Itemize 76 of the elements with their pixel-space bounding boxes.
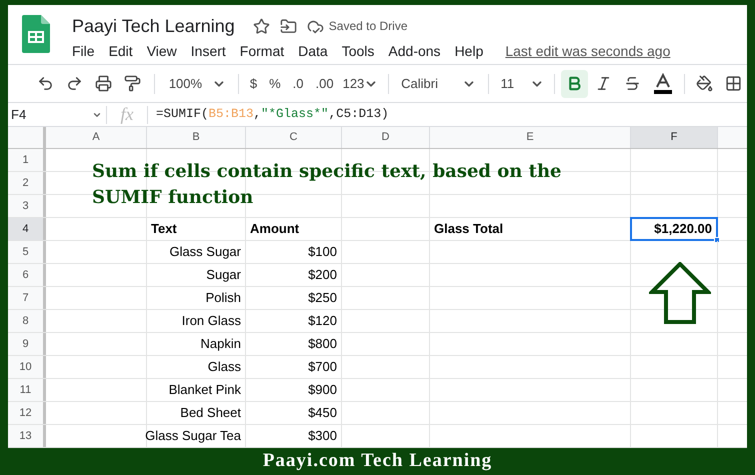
menu-item[interactable]: View [140, 41, 183, 62]
formula-text: , [254, 107, 262, 122]
table-cell[interactable]: $800 [246, 333, 341, 355]
menu-item[interactable]: Add-ons [382, 41, 447, 62]
menu-item[interactable]: Insert [184, 41, 232, 62]
row-header[interactable]: 6 [8, 264, 46, 286]
formula-text: B5:B13 [208, 107, 254, 122]
formula-text: ,C5:D13) [328, 107, 389, 122]
selected-cell[interactable]: $1,220.00 [630, 217, 718, 241]
table-cell[interactable]: Glass Sugar [147, 241, 245, 263]
table-cell[interactable]: $120 [246, 310, 341, 332]
decrease-decimals-button[interactable]: .0 [288, 70, 309, 98]
cell-reference-box[interactable]: F4 [8, 104, 106, 124]
menu-item[interactable]: Data [292, 41, 334, 62]
table-cell[interactable]: Glass Sugar Tea [147, 425, 245, 447]
row-header[interactable]: 9 [8, 333, 46, 355]
row-header[interactable]: 3 [8, 195, 46, 217]
formula-field[interactable]: =SUMIF(B5:B13,"*Glass*",C5:D13) [148, 105, 747, 124]
row-header[interactable]: 8 [8, 310, 46, 332]
save-status: Saved to Drive [328, 18, 408, 35]
row-header[interactable]: 1 [8, 149, 46, 171]
table-cell[interactable]: Iron Glass [147, 310, 245, 332]
menu-item[interactable]: Help [448, 41, 490, 62]
row-header[interactable]: 11 [8, 379, 46, 401]
formula-text: =SUMIF( [156, 107, 209, 122]
table-cell[interactable]: Amount [246, 218, 341, 240]
row-header[interactable]: 10 [8, 356, 46, 378]
menu-item[interactable]: File [72, 41, 101, 62]
percent-format-button[interactable]: % [264, 70, 286, 98]
last-edit-link[interactable]: Last edit was seconds ago [505, 41, 670, 62]
sheet-heading: Sum if cells contain specific text, based on the SUMIF function [92, 160, 562, 210]
menu-item[interactable]: Tools [336, 41, 380, 62]
column-header[interactable]: D [342, 127, 430, 148]
row-header[interactable]: 4 [8, 218, 46, 240]
table-cell[interactable]: Bed Sheet [147, 402, 245, 424]
spreadsheet-logo-icon[interactable] [22, 15, 50, 53]
document-title[interactable]: Paayi Tech Learning [72, 12, 235, 40]
fill-handle[interactable] [714, 237, 720, 243]
star-icon[interactable] [252, 18, 270, 34]
formula-text: "*Glass*" [261, 107, 329, 122]
font-dropdown[interactable]: Calibri [397, 74, 480, 94]
table-cell[interactable]: $450 [246, 402, 341, 424]
up-arrow-icon [649, 262, 711, 324]
table-cell[interactable]: Glass Total [430, 218, 630, 240]
row-header[interactable]: 5 [8, 241, 46, 263]
currency-format-button[interactable]: $ [244, 70, 262, 98]
table-cell[interactable]: $200 [246, 264, 341, 286]
row-header[interactable]: 12 [8, 402, 46, 424]
table-cell[interactable]: $300 [246, 425, 341, 447]
table-cell[interactable]: Polish [147, 287, 245, 309]
increase-decimals-button[interactable]: .00 [310, 70, 339, 98]
table-cell[interactable]: Text [147, 218, 245, 240]
row-header[interactable]: 7 [8, 287, 46, 309]
function-label: fx [120, 103, 134, 126]
footer-caption: Paayi.com Tech Learning [262, 449, 494, 474]
row-header[interactable]: 2 [8, 172, 46, 194]
column-header[interactable]: A [46, 127, 147, 148]
table-cell[interactable]: $250 [246, 287, 341, 309]
more-formats-dropdown[interactable]: 123 [340, 74, 380, 94]
folder-icon[interactable] [280, 18, 297, 34]
table-cell[interactable]: Napkin [147, 333, 245, 355]
menu-item[interactable]: Edit [102, 41, 139, 62]
table-cell[interactable]: $700 [246, 356, 341, 378]
row-header[interactable]: 13 [8, 425, 46, 447]
column-header[interactable]: F [631, 127, 718, 148]
font-size-dropdown[interactable]: 11 [496, 74, 548, 94]
table-cell[interactable]: Sugar [147, 264, 245, 286]
bold-icon[interactable] [561, 70, 588, 98]
table-cell[interactable]: Glass [147, 356, 245, 378]
table-cell[interactable]: $100 [246, 241, 341, 263]
menu-item[interactable]: Format [234, 41, 290, 62]
column-header[interactable]: B [147, 127, 246, 148]
zoom-dropdown[interactable]: 100% [162, 74, 232, 94]
table-cell[interactable]: Blanket Pink [147, 379, 245, 401]
table-cell[interactable]: $900 [246, 379, 341, 401]
column-header[interactable]: C [246, 127, 342, 148]
